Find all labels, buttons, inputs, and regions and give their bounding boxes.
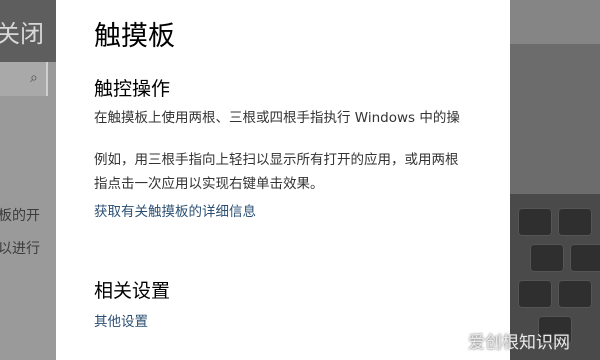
other-settings-link[interactable]: 其他设置 bbox=[94, 310, 148, 330]
keyboard-key bbox=[558, 208, 592, 236]
background-band bbox=[510, 0, 600, 44]
section-heading-touch-gestures: 触控操作 bbox=[94, 78, 171, 100]
background-title-fragment: 关闭 bbox=[0, 20, 44, 48]
description-text: 指点击一次应用以实现右键单击效果。 bbox=[94, 176, 324, 192]
keyboard-key bbox=[530, 244, 564, 272]
touchpad-info-link[interactable]: 获取有关触摸板的详细信息 bbox=[94, 200, 256, 220]
page-title: 触摸板 bbox=[94, 21, 175, 52]
background-text-fragment: 以进行 bbox=[0, 241, 40, 257]
keyboard-key bbox=[570, 244, 600, 272]
description-text: 在触摸板上使用两根、三根或四根手指执行 Windows 中的操 bbox=[94, 110, 460, 126]
background-window-left: 关闭 ⌕ 板的开 以进行 bbox=[0, 0, 56, 360]
keyboard-key bbox=[518, 280, 552, 308]
description-text: 例如，用三根手指向上轻扫以显示所有打开的应用，或用两根 bbox=[94, 152, 459, 168]
background-text-fragment: 板的开 bbox=[0, 208, 40, 224]
watermark: 爱创根知识网 bbox=[468, 333, 570, 353]
touchpad-settings-panel: 触摸板 触控操作 在触摸板上使用两根、三根或四根手指执行 Windows 中的操… bbox=[56, 0, 510, 360]
keyboard-key bbox=[558, 280, 592, 308]
background-band bbox=[510, 44, 600, 194]
background-window-right bbox=[510, 0, 600, 360]
search-icon: ⌕ bbox=[30, 70, 38, 86]
background-search-box: ⌕ bbox=[0, 62, 48, 96]
keyboard-key bbox=[518, 208, 552, 236]
section-heading-related-settings: 相关设置 bbox=[94, 280, 171, 302]
